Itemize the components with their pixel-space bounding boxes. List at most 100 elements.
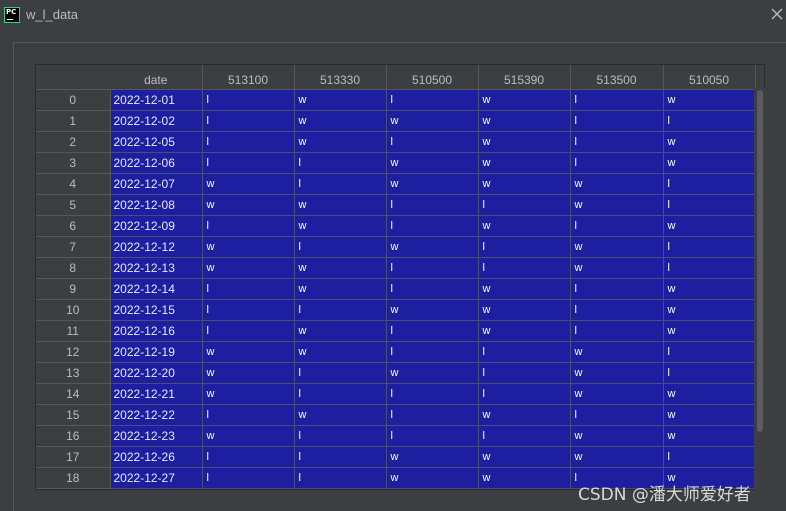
table-cell[interactable]: w	[294, 320, 387, 342]
row-index[interactable]: 11	[36, 320, 111, 342]
row-index[interactable]: 3	[36, 152, 111, 174]
date-cell[interactable]: 2022-12-07	[110, 173, 203, 195]
table-cell[interactable]: l	[570, 89, 664, 111]
table-cell[interactable]: w	[478, 278, 571, 300]
table-cell[interactable]: w	[478, 89, 571, 111]
table-cell[interactable]: w	[570, 383, 664, 405]
column-header-513500[interactable]: 513500	[570, 65, 664, 90]
table-cell[interactable]: l	[478, 383, 571, 405]
table-cell[interactable]: l	[663, 236, 756, 258]
table-cell[interactable]: l	[386, 257, 479, 279]
table-row[interactable]: 15 2022-12-22 l w l w l w	[36, 404, 756, 426]
table-cell[interactable]: w	[570, 257, 664, 279]
table-cell[interactable]: w	[663, 278, 756, 300]
table-cell[interactable]: l	[202, 89, 295, 111]
table-cell[interactable]: w	[294, 194, 387, 216]
row-index[interactable]: 16	[36, 425, 111, 447]
table-cell[interactable]: l	[663, 446, 756, 468]
table-cell[interactable]: l	[478, 194, 571, 216]
table-cell[interactable]: l	[570, 152, 664, 174]
table-cell[interactable]: w	[570, 341, 664, 363]
table-cell[interactable]: w	[294, 257, 387, 279]
table-cell[interactable]: l	[570, 278, 664, 300]
date-cell[interactable]: 2022-12-09	[110, 215, 203, 237]
table-cell[interactable]: w	[663, 215, 756, 237]
table-cell[interactable]: w	[294, 215, 387, 237]
table-cell[interactable]: l	[202, 278, 295, 300]
table-row[interactable]: 1 2022-12-02 l w w w l l	[36, 110, 756, 132]
table-cell[interactable]: w	[663, 404, 756, 426]
date-cell[interactable]: 2022-12-01	[110, 89, 203, 111]
table-row[interactable]: 6 2022-12-09 l w l w l w	[36, 215, 756, 237]
table-cell[interactable]: w	[663, 299, 756, 321]
table-cell[interactable]: w	[570, 194, 664, 216]
date-cell[interactable]: 2022-12-20	[110, 362, 203, 384]
row-index[interactable]: 4	[36, 173, 111, 195]
table-cell[interactable]: l	[202, 446, 295, 468]
date-cell[interactable]: 2022-12-21	[110, 383, 203, 405]
date-cell[interactable]: 2022-12-12	[110, 236, 203, 258]
table-cell[interactable]: l	[663, 110, 756, 132]
table-cell[interactable]: l	[386, 320, 479, 342]
table-cell[interactable]: w	[202, 194, 295, 216]
table-cell[interactable]: w	[386, 467, 479, 489]
table-row[interactable]: 9 2022-12-14 l w l w l w	[36, 278, 756, 300]
date-cell[interactable]: 2022-12-23	[110, 425, 203, 447]
table-cell[interactable]: l	[663, 257, 756, 279]
table-cell[interactable]: w	[386, 110, 479, 132]
date-cell[interactable]: 2022-12-27	[110, 467, 203, 489]
table-cell[interactable]: l	[202, 467, 295, 489]
table-cell[interactable]: w	[294, 89, 387, 111]
table-cell[interactable]: w	[294, 131, 387, 153]
table-cell[interactable]: w	[386, 236, 479, 258]
table-cell[interactable]: w	[478, 152, 571, 174]
table-cell[interactable]: w	[202, 425, 295, 447]
table-cell[interactable]: w	[478, 131, 571, 153]
table-cell[interactable]: w	[478, 173, 571, 195]
date-cell[interactable]: 2022-12-16	[110, 320, 203, 342]
table-cell[interactable]: w	[478, 404, 571, 426]
row-index[interactable]: 14	[36, 383, 111, 405]
row-index[interactable]: 9	[36, 278, 111, 300]
table-cell[interactable]: l	[478, 341, 571, 363]
table-cell[interactable]: w	[478, 467, 571, 489]
table-cell[interactable]: l	[202, 110, 295, 132]
table-cell[interactable]: w	[570, 173, 664, 195]
row-index[interactable]: 13	[36, 362, 111, 384]
table-cell[interactable]: w	[663, 383, 756, 405]
row-index[interactable]: 18	[36, 467, 111, 489]
vertical-scrollbar[interactable]	[754, 88, 765, 490]
table-cell[interactable]: l	[478, 257, 571, 279]
row-index[interactable]: 15	[36, 404, 111, 426]
table-cell[interactable]: l	[386, 425, 479, 447]
close-icon[interactable]	[770, 7, 784, 21]
table-cell[interactable]: w	[294, 278, 387, 300]
table-row[interactable]: 16 2022-12-23 w l l l w w	[36, 425, 756, 447]
table-cell[interactable]: l	[386, 404, 479, 426]
table-cell[interactable]: l	[570, 215, 664, 237]
table-row[interactable]: 0 2022-12-01 l w l w l w	[36, 89, 756, 111]
table-cell[interactable]: w	[663, 131, 756, 153]
table-cell[interactable]: l	[202, 320, 295, 342]
table-cell[interactable]: l	[294, 152, 387, 174]
table-cell[interactable]: w	[202, 362, 295, 384]
row-index[interactable]: 0	[36, 89, 111, 111]
table-cell[interactable]: l	[202, 215, 295, 237]
table-row[interactable]: 2 2022-12-05 l w l w l w	[36, 131, 756, 153]
table-cell[interactable]: l	[570, 299, 664, 321]
table-cell[interactable]: w	[386, 299, 479, 321]
table-cell[interactable]: w	[294, 110, 387, 132]
table-cell[interactable]: l	[202, 404, 295, 426]
table-row[interactable]: 11 2022-12-16 l w l w l w	[36, 320, 756, 342]
table-cell[interactable]: l	[570, 131, 664, 153]
table-cell[interactable]: l	[294, 383, 387, 405]
scrollbar-thumb[interactable]	[757, 90, 763, 432]
table-cell[interactable]: l	[202, 152, 295, 174]
date-cell[interactable]: 2022-12-02	[110, 110, 203, 132]
table-row[interactable]: 8 2022-12-13 w w l l w l	[36, 257, 756, 279]
table-cell[interactable]: l	[202, 299, 295, 321]
table-cell[interactable]: l	[386, 89, 479, 111]
table-cell[interactable]: l	[294, 299, 387, 321]
table-cell[interactable]: l	[478, 362, 571, 384]
table-row[interactable]: 3 2022-12-06 l l w w l w	[36, 152, 756, 174]
